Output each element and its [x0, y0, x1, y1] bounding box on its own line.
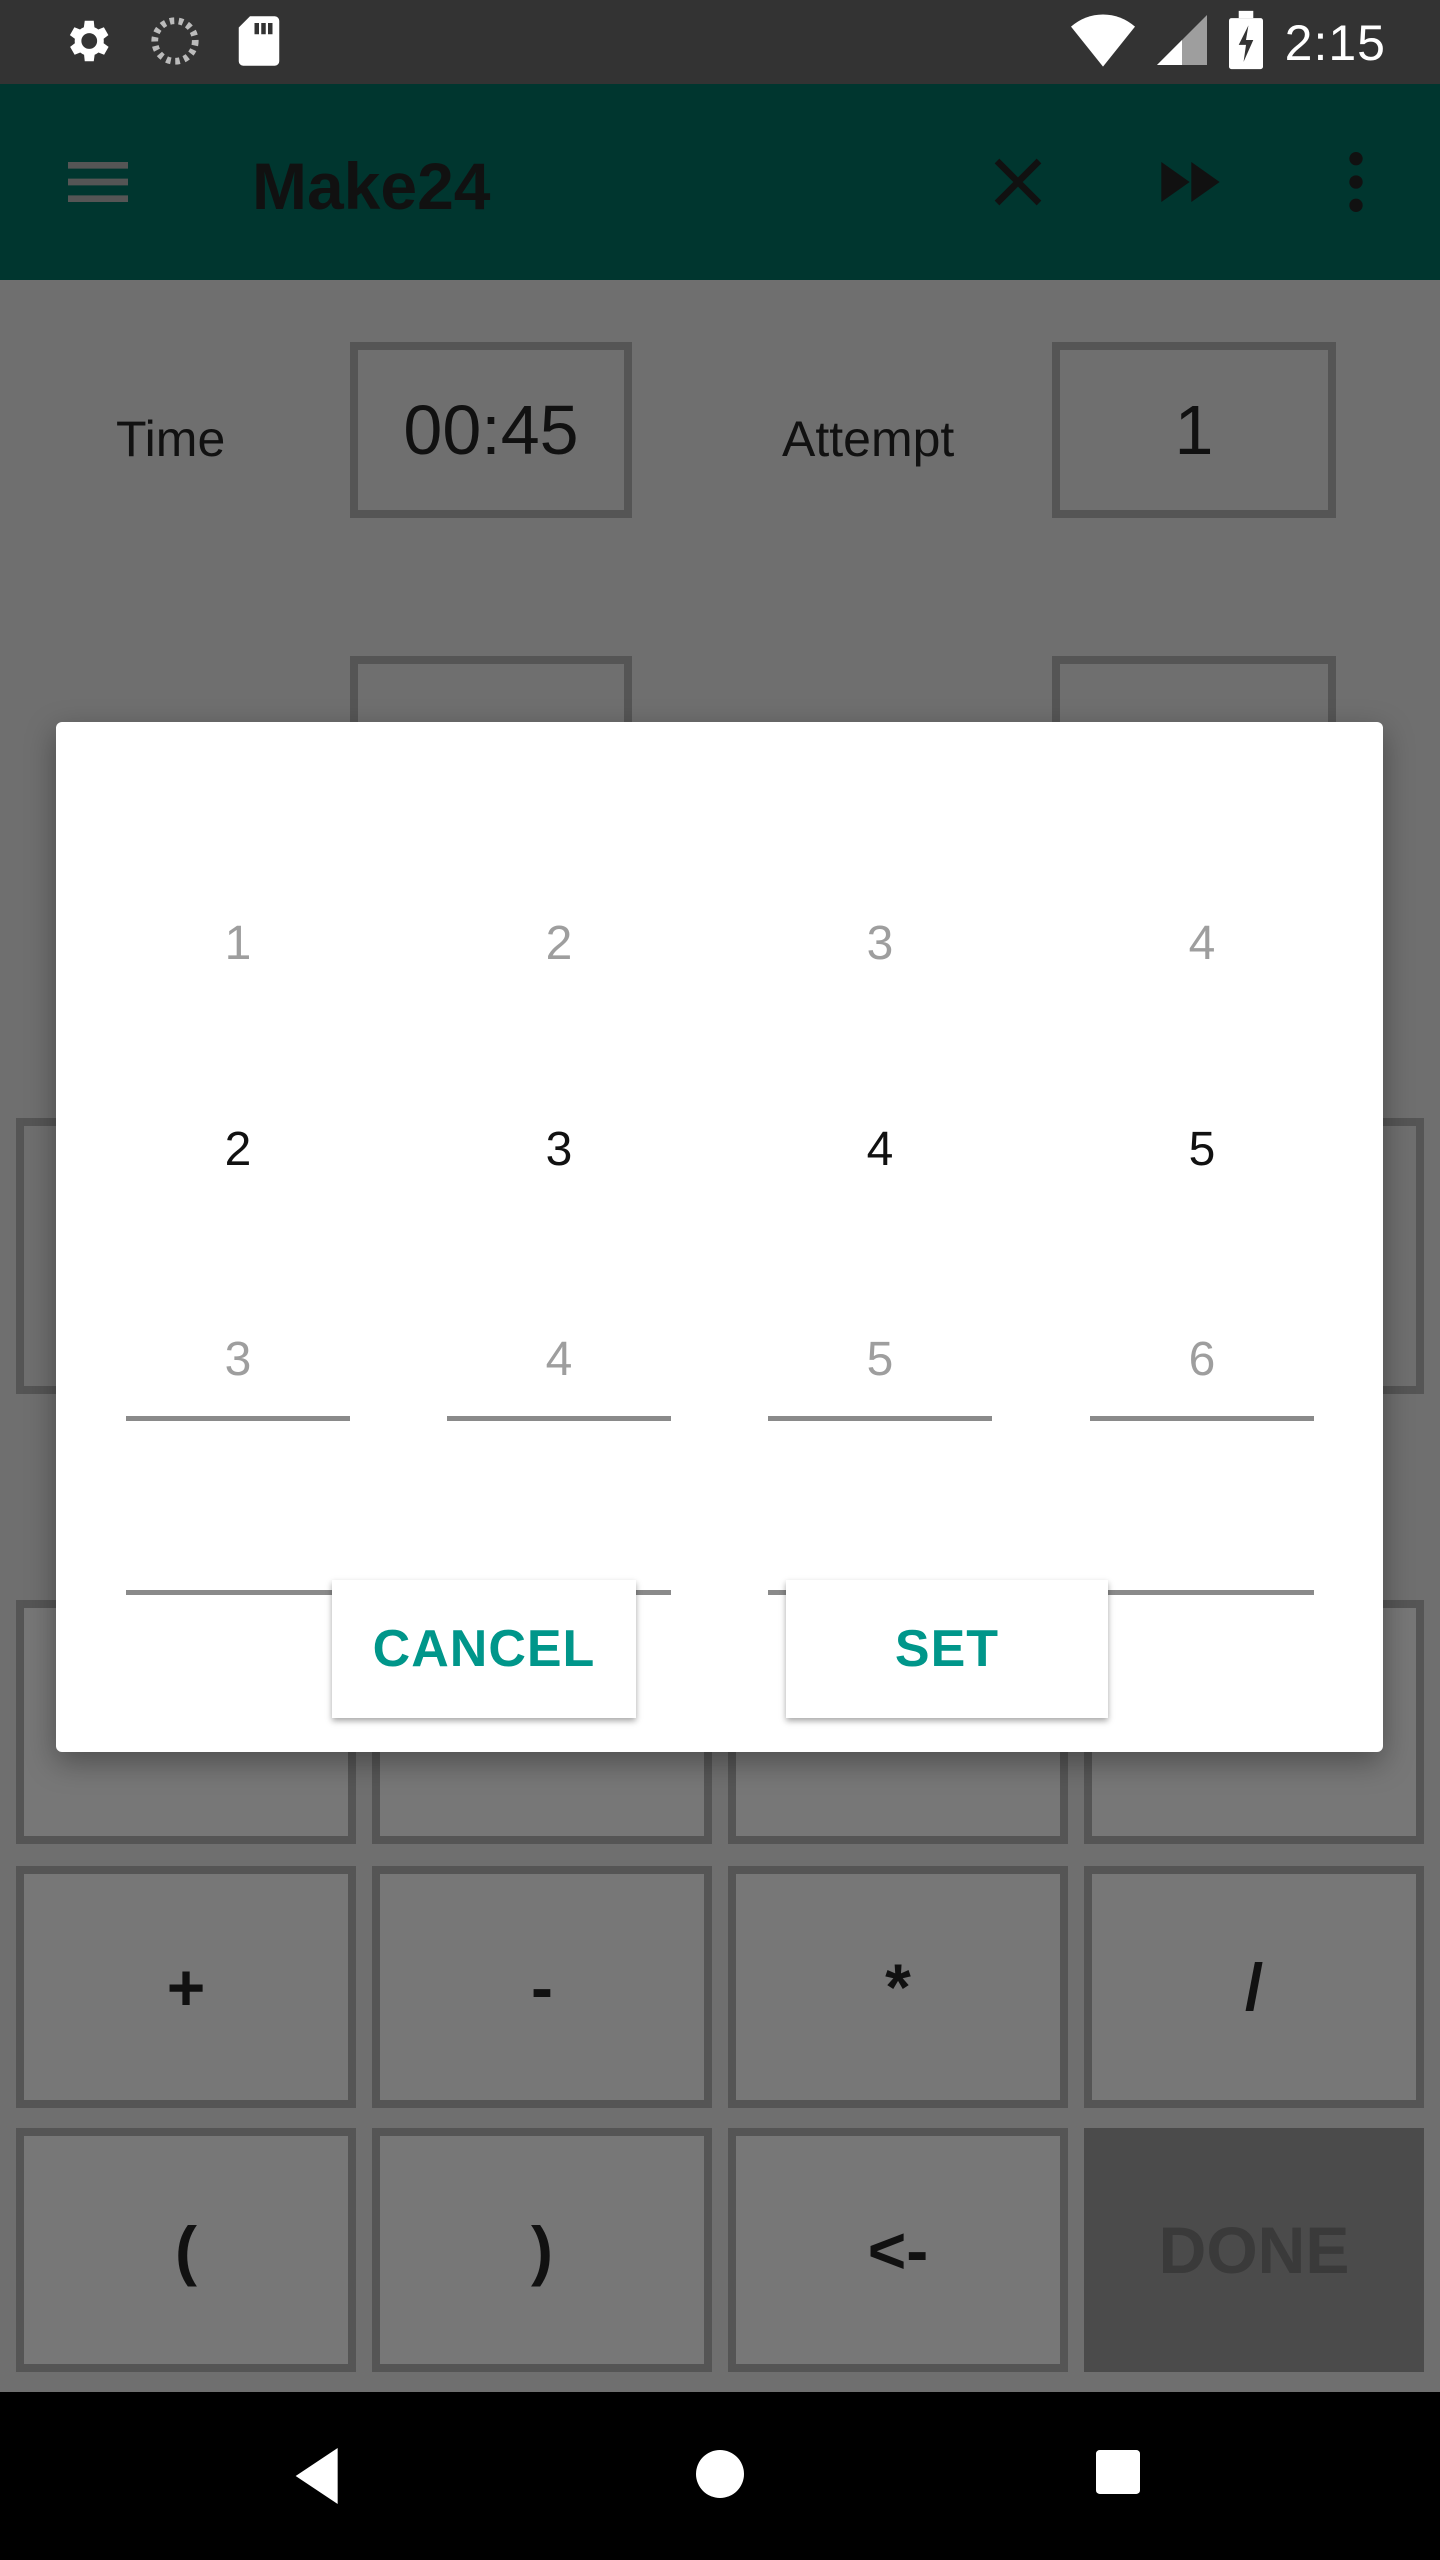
- wifi-icon: [1070, 12, 1135, 73]
- attempt-value: 1: [1052, 342, 1336, 518]
- status-clock: 2:15: [1284, 14, 1386, 71]
- navigation-bar: [0, 2392, 1440, 2560]
- backspace-key[interactable]: <-: [728, 2128, 1068, 2372]
- picker-divider: [1090, 1416, 1314, 1421]
- battery-charging-icon: [1228, 10, 1263, 75]
- picker-prev-value[interactable]: 4: [1090, 916, 1314, 971]
- done-key[interactable]: DONE: [1084, 2128, 1424, 2372]
- app-title: Make24: [252, 149, 491, 223]
- cancel-button[interactable]: CANCEL: [332, 1580, 636, 1718]
- multiply-key[interactable]: *: [728, 1866, 1068, 2108]
- number-picker-dialog: 1 2 3 2 3 4 3 4 5 4 5 6 CANCEL SET: [56, 722, 1383, 1752]
- picker-next-value[interactable]: 5: [768, 1332, 992, 1387]
- sd-card-icon: [236, 14, 282, 73]
- more-vert-icon[interactable]: [1316, 142, 1396, 222]
- close-icon[interactable]: [978, 142, 1058, 222]
- picker-divider: [126, 1416, 350, 1421]
- picker-current-value[interactable]: 5: [1090, 1122, 1314, 1177]
- minus-key[interactable]: -: [372, 1866, 712, 2108]
- picker-divider: [126, 1590, 350, 1595]
- recents-icon[interactable]: [1096, 2450, 1140, 2499]
- number-picker-1[interactable]: 1 2 3: [126, 917, 350, 1595]
- picker-divider: [768, 1416, 992, 1421]
- attempt-label: Attempt: [782, 411, 955, 467]
- close-paren-key[interactable]: ): [372, 2128, 712, 2372]
- signal-icon: [1156, 12, 1207, 73]
- plus-key[interactable]: +: [16, 1866, 356, 2108]
- time-label: Time: [116, 411, 226, 467]
- picker-prev-value[interactable]: 2: [447, 916, 671, 971]
- status-bar: 2:15: [0, 0, 1440, 84]
- divide-key[interactable]: /: [1084, 1866, 1424, 2108]
- home-icon[interactable]: [696, 2450, 744, 2503]
- number-picker-3[interactable]: 3 4 5: [768, 917, 992, 1595]
- picker-next-value[interactable]: 6: [1090, 1332, 1314, 1387]
- gear-icon: [60, 14, 114, 73]
- number-picker-2[interactable]: 2 3 4: [447, 917, 671, 1595]
- set-button[interactable]: SET: [786, 1580, 1108, 1718]
- picker-next-value[interactable]: 4: [447, 1332, 671, 1387]
- picker-divider: [447, 1416, 671, 1421]
- picker-current-value[interactable]: 2: [126, 1122, 350, 1177]
- time-value: 00:45: [350, 342, 632, 518]
- picker-prev-value[interactable]: 3: [768, 916, 992, 971]
- fast-forward-icon[interactable]: [1148, 142, 1228, 222]
- picker-current-value[interactable]: 4: [768, 1122, 992, 1177]
- loading-icon: [148, 14, 202, 73]
- picker-divider: [1090, 1590, 1314, 1595]
- picker-prev-value[interactable]: 1: [126, 916, 350, 971]
- picker-next-value[interactable]: 3: [126, 1332, 350, 1387]
- hamburger-icon[interactable]: [58, 142, 138, 222]
- back-icon[interactable]: [294, 2448, 344, 2509]
- picker-current-value[interactable]: 3: [447, 1122, 671, 1177]
- number-picker-4[interactable]: 4 5 6: [1090, 917, 1314, 1595]
- app-bar: Make24: [0, 84, 1440, 280]
- open-paren-key[interactable]: (: [16, 2128, 356, 2372]
